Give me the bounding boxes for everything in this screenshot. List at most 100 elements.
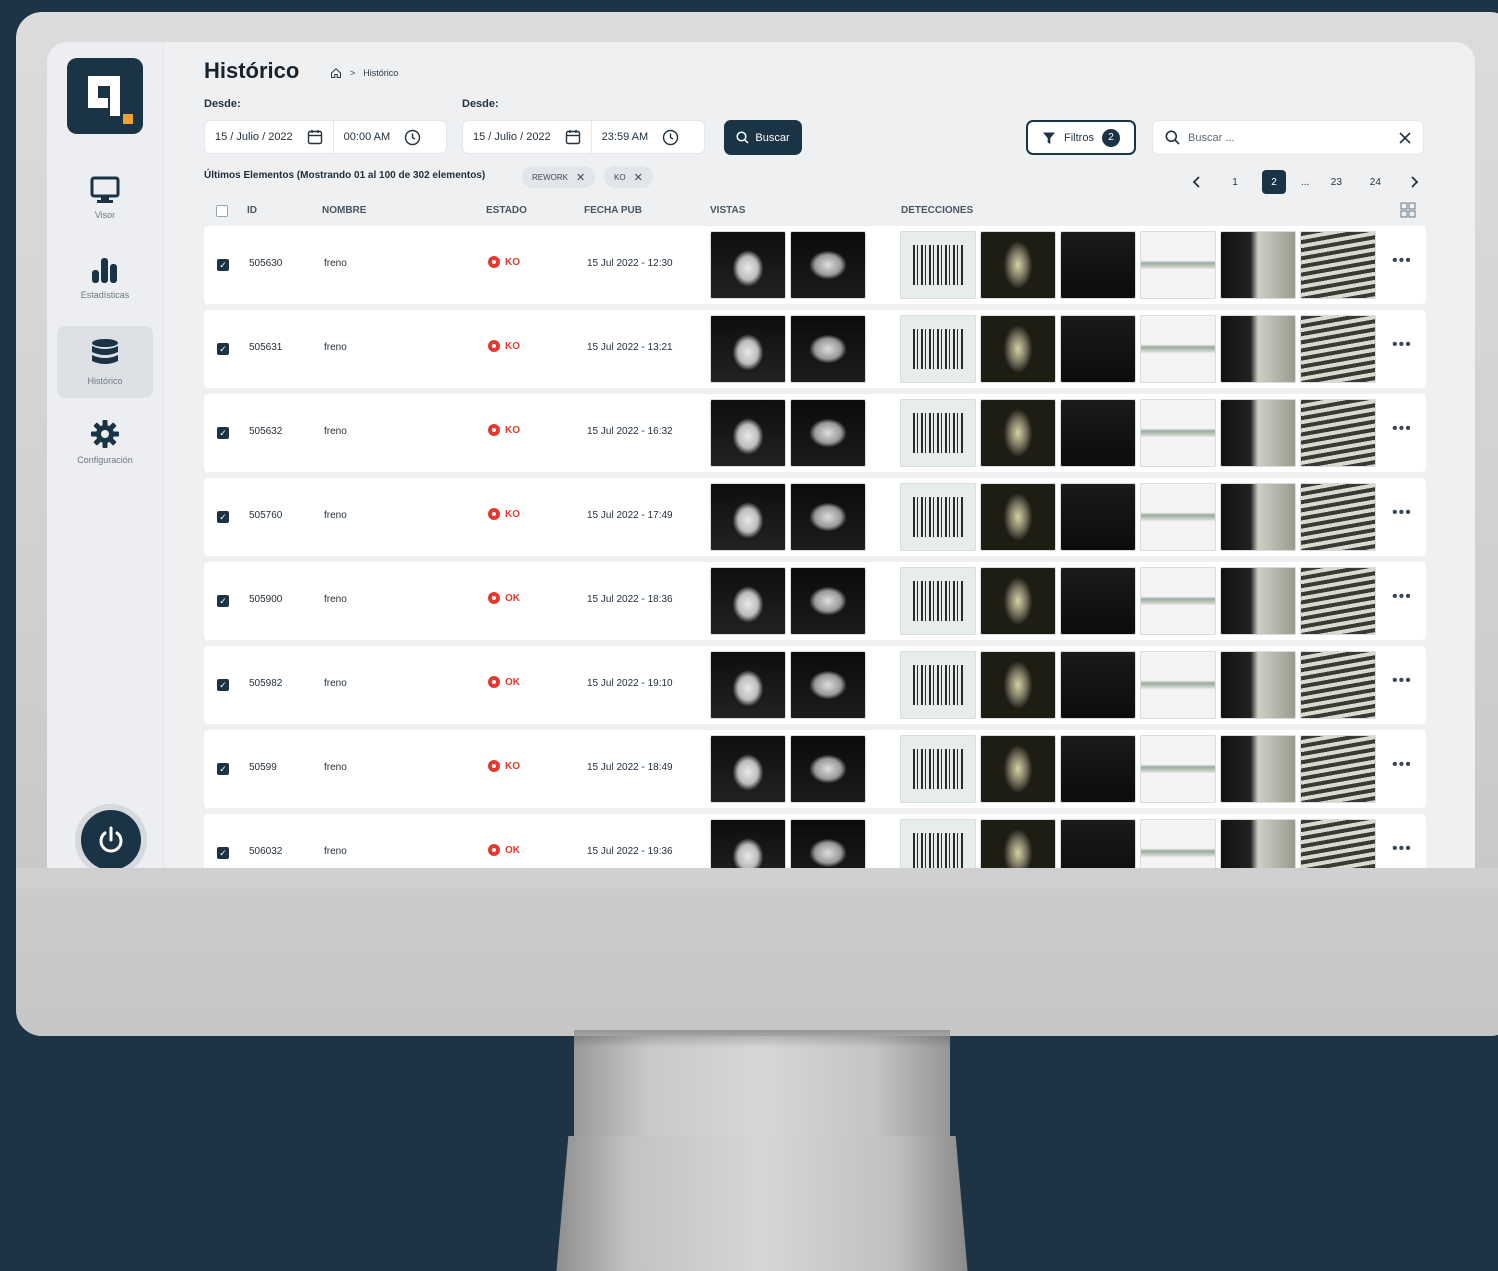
more-options-icon[interactable]: ••• [1392, 756, 1412, 774]
deteccion-thumbnail[interactable] [1060, 819, 1136, 868]
search-box[interactable] [1152, 120, 1424, 155]
deteccion-thumbnail[interactable] [900, 819, 976, 868]
deteccion-thumbnail[interactable] [900, 651, 976, 719]
deteccion-thumbnail[interactable] [980, 483, 1056, 551]
vista-thumbnail[interactable] [790, 483, 866, 551]
deteccion-thumbnail[interactable] [980, 819, 1056, 868]
search-input[interactable] [1188, 131, 1391, 144]
deteccion-thumbnail[interactable] [1140, 483, 1216, 551]
table-row[interactable]: ✓ 505900 freno OK 15 Jul 2022 - 18:36 ••• [204, 562, 1426, 640]
column-header-estado[interactable]: ESTADO [486, 205, 527, 216]
deteccion-thumbnail[interactable] [1300, 651, 1376, 719]
sidebar-item-configuracion[interactable]: Configuración [57, 406, 153, 478]
deteccion-thumbnail[interactable] [1220, 651, 1296, 719]
calendar-icon[interactable] [565, 129, 581, 145]
more-options-icon[interactable]: ••• [1392, 504, 1412, 522]
more-options-icon[interactable]: ••• [1392, 420, 1412, 438]
deteccion-thumbnail[interactable] [1220, 819, 1296, 868]
vista-thumbnail[interactable] [790, 399, 866, 467]
select-all-checkbox[interactable] [216, 205, 228, 217]
vista-thumbnail[interactable] [710, 483, 786, 551]
column-header-nombre[interactable]: NOMBRE [322, 205, 366, 216]
chevron-left-icon[interactable] [1184, 170, 1208, 194]
deteccion-thumbnail[interactable] [1060, 735, 1136, 803]
vista-thumbnail[interactable] [710, 567, 786, 635]
deteccion-thumbnail[interactable] [980, 735, 1056, 803]
deteccion-thumbnail[interactable] [1300, 231, 1376, 299]
more-options-icon[interactable]: ••• [1392, 840, 1412, 858]
from-date-field[interactable]: 15 / Julio / 2022 [205, 121, 333, 153]
deteccion-thumbnail[interactable] [900, 315, 976, 383]
deteccion-thumbnail[interactable] [1220, 231, 1296, 299]
column-header-id[interactable]: ID [247, 205, 257, 216]
column-header-fecha[interactable]: FECHA PUB [584, 205, 642, 216]
vista-thumbnail[interactable] [790, 231, 866, 299]
row-checkbox[interactable]: ✓ [217, 763, 229, 775]
calendar-icon[interactable] [307, 129, 323, 145]
chevron-right-icon[interactable] [1402, 170, 1426, 194]
filtros-button[interactable]: Filtros 2 [1026, 120, 1136, 155]
deteccion-thumbnail[interactable] [900, 399, 976, 467]
deteccion-thumbnail[interactable] [1060, 483, 1136, 551]
deteccion-thumbnail[interactable] [1220, 567, 1296, 635]
deteccion-thumbnail[interactable] [1140, 735, 1216, 803]
deteccion-thumbnail[interactable] [1060, 231, 1136, 299]
deteccion-thumbnail[interactable] [1060, 315, 1136, 383]
more-options-icon[interactable]: ••• [1392, 336, 1412, 354]
page-link[interactable]: 1 [1223, 170, 1247, 194]
deteccion-thumbnail[interactable] [980, 567, 1056, 635]
to-datetime-field[interactable]: 15 / Julio / 2022 23:59 AM [462, 120, 705, 154]
sidebar-item-estadisticas[interactable]: Estadísticas [57, 242, 153, 314]
deteccion-thumbnail[interactable] [1300, 315, 1376, 383]
sidebar-item-visor[interactable]: Visor [57, 162, 153, 234]
from-datetime-field[interactable]: 15 / Julio / 2022 00:00 AM [204, 120, 447, 154]
table-row[interactable]: ✓ 505630 freno KO 15 Jul 2022 - 12:30 ••• [204, 226, 1426, 304]
deteccion-thumbnail[interactable] [1060, 651, 1136, 719]
deteccion-thumbnail[interactable] [980, 651, 1056, 719]
deteccion-thumbnail[interactable] [900, 231, 976, 299]
vista-thumbnail[interactable] [790, 819, 866, 868]
table-row[interactable]: ✓ 505631 freno KO 15 Jul 2022 - 13:21 ••• [204, 310, 1426, 388]
deteccion-thumbnail[interactable] [1060, 399, 1136, 467]
deteccion-thumbnail[interactable] [900, 735, 976, 803]
table-row[interactable]: ✓ 506032 freno OK 15 Jul 2022 - 19:36 ••• [204, 814, 1426, 868]
buscar-button[interactable]: Buscar [724, 120, 802, 155]
from-time-field[interactable]: 00:00 AM [334, 121, 431, 153]
filter-chip-ko[interactable]: KO ✕ [604, 166, 653, 188]
deteccion-thumbnail[interactable] [1140, 399, 1216, 467]
deteccion-thumbnail[interactable] [980, 315, 1056, 383]
deteccion-thumbnail[interactable] [1220, 735, 1296, 803]
page-link[interactable]: 23 [1324, 170, 1348, 194]
page-link-current[interactable]: 2 [1262, 170, 1286, 194]
chip-remove-icon[interactable]: ✕ [634, 171, 643, 184]
vista-thumbnail[interactable] [710, 399, 786, 467]
breadcrumb-current[interactable]: Histórico [363, 68, 398, 78]
deteccion-thumbnail[interactable] [1140, 315, 1216, 383]
deteccion-thumbnail[interactable] [900, 483, 976, 551]
deteccion-thumbnail[interactable] [1220, 483, 1296, 551]
deteccion-thumbnail[interactable] [1300, 567, 1376, 635]
vista-thumbnail[interactable] [710, 651, 786, 719]
table-row[interactable]: ✓ 505982 freno OK 15 Jul 2022 - 19:10 ••• [204, 646, 1426, 724]
vista-thumbnail[interactable] [710, 231, 786, 299]
row-checkbox[interactable]: ✓ [217, 511, 229, 523]
vista-thumbnail[interactable] [790, 735, 866, 803]
row-checkbox[interactable]: ✓ [217, 679, 229, 691]
row-checkbox[interactable]: ✓ [217, 595, 229, 607]
clock-icon[interactable] [662, 129, 679, 146]
deteccion-thumbnail[interactable] [1140, 819, 1216, 868]
vista-thumbnail[interactable] [790, 651, 866, 719]
deteccion-thumbnail[interactable] [1220, 399, 1296, 467]
page-link[interactable]: 24 [1363, 170, 1387, 194]
deteccion-thumbnail[interactable] [1220, 315, 1296, 383]
deteccion-thumbnail[interactable] [1140, 231, 1216, 299]
vista-thumbnail[interactable] [790, 567, 866, 635]
deteccion-thumbnail[interactable] [1060, 567, 1136, 635]
deteccion-thumbnail[interactable] [1300, 399, 1376, 467]
vista-thumbnail[interactable] [710, 315, 786, 383]
deteccion-thumbnail[interactable] [1140, 651, 1216, 719]
clock-icon[interactable] [404, 129, 421, 146]
row-checkbox[interactable]: ✓ [217, 343, 229, 355]
sidebar-item-historico[interactable]: Histórico [57, 326, 153, 398]
power-button[interactable] [75, 804, 147, 868]
